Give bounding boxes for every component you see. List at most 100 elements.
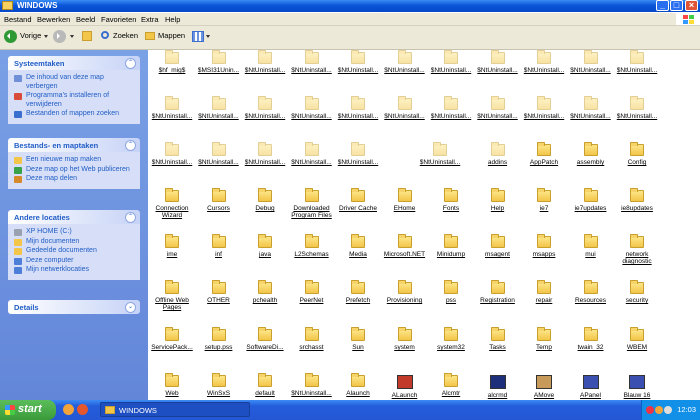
- tray-icon[interactable]: [655, 406, 663, 414]
- task-link[interactable]: Gedeelde documenten: [14, 247, 136, 256]
- task-link[interactable]: Programma's installeren of verwijderen: [14, 92, 136, 109]
- folders-button-label[interactable]: Mappen: [158, 31, 185, 40]
- menu-help[interactable]: Help: [165, 15, 180, 24]
- folder-item[interactable]: Media: [334, 234, 382, 258]
- folder-item[interactable]: $NtUninstall...: [241, 50, 289, 74]
- folder-up-icon[interactable]: [82, 31, 92, 41]
- folder-item[interactable]: $NtUninstall...: [416, 142, 464, 166]
- chevron-up-icon[interactable]: ⌃: [125, 140, 136, 151]
- folder-item[interactable]: ALaunch: [381, 375, 429, 399]
- folder-item[interactable]: $NtUninstall...: [288, 50, 336, 74]
- task-panel-header[interactable]: Bestands- en maptaken ⌃: [8, 138, 140, 152]
- folder-item[interactable]: network diagnostic: [613, 234, 661, 265]
- folder-item[interactable]: Prefetch: [334, 280, 382, 304]
- back-button-label[interactable]: Vorige: [20, 31, 41, 40]
- folder-item[interactable]: Minidump: [427, 234, 475, 258]
- folder-item[interactable]: $NtUninstall...: [520, 50, 568, 74]
- task-panel-header[interactable]: Andere locaties ⌃: [8, 210, 140, 224]
- folder-item[interactable]: $NtUninstall...: [474, 50, 522, 74]
- forward-dropdown-icon[interactable]: [70, 35, 74, 38]
- tray-icon[interactable]: [664, 406, 672, 414]
- back-dropdown-icon[interactable]: [44, 35, 48, 38]
- folder-item[interactable]: WinSxS: [195, 373, 243, 397]
- folder-item[interactable]: default: [241, 373, 289, 397]
- menu-extra[interactable]: Extra: [141, 15, 159, 24]
- folder-item[interactable]: twain_32: [567, 327, 615, 351]
- task-link[interactable]: Bestanden of mappen zoeken: [14, 110, 136, 119]
- quicklaunch-icon[interactable]: [63, 404, 74, 415]
- folder-item[interactable]: SoftwareDi...: [241, 327, 289, 351]
- folder-item[interactable]: $NtUninstall...: [567, 50, 615, 74]
- task-panel-header[interactable]: Systeemtaken ⌃: [8, 56, 140, 70]
- folder-item[interactable]: Tasks: [474, 327, 522, 351]
- folder-item[interactable]: repair: [520, 280, 568, 304]
- task-link[interactable]: Deze map delen: [14, 175, 136, 184]
- task-link[interactable]: De inhoud van deze map verbergen: [14, 74, 136, 91]
- folder-item[interactable]: L2Schemas: [288, 234, 336, 258]
- folder-item[interactable]: $NtUninstall...: [520, 96, 568, 120]
- task-link[interactable]: Deze map op het Web publiceren: [14, 166, 136, 175]
- folder-item[interactable]: $NtUninstall...: [241, 96, 289, 120]
- task-link[interactable]: XP HOME (C:): [14, 228, 136, 237]
- search-button-label[interactable]: Zoeken: [113, 31, 138, 40]
- folder-item[interactable]: $MSI31Unin...: [195, 50, 243, 74]
- tray-icon[interactable]: [646, 406, 654, 414]
- folder-item[interactable]: system: [381, 327, 429, 351]
- folder-item[interactable]: addins: [474, 142, 522, 166]
- folder-item[interactable]: APanel: [567, 375, 615, 399]
- folder-item[interactable]: $NtUninstall...: [474, 96, 522, 120]
- folder-item[interactable]: Alcmtr: [427, 373, 475, 397]
- folder-item[interactable]: $NtUninstall...: [195, 142, 243, 166]
- folder-item[interactable]: $NtUninstall...: [288, 96, 336, 120]
- folder-item[interactable]: msagent: [474, 234, 522, 258]
- menu-favorieten[interactable]: Favorieten: [101, 15, 136, 24]
- folder-item[interactable]: inf: [195, 234, 243, 258]
- folder-item[interactable]: pchealth: [241, 280, 289, 304]
- folder-item[interactable]: $NtUninstall...: [381, 96, 429, 120]
- folder-item[interactable]: $NtUninstall...: [381, 50, 429, 74]
- folder-item[interactable]: Web: [148, 373, 196, 397]
- folder-item[interactable]: $NtUninstall...: [334, 96, 382, 120]
- folder-item[interactable]: security: [613, 280, 661, 304]
- folder-item[interactable]: $NtUninstall...: [427, 96, 475, 120]
- folder-item[interactable]: ie7updates: [567, 188, 615, 212]
- views-icon[interactable]: [192, 31, 204, 42]
- menu-beeld[interactable]: Beeld: [76, 15, 95, 24]
- folder-item[interactable]: $NtUninstall...: [427, 50, 475, 74]
- folder-item[interactable]: AMove: [520, 375, 568, 399]
- folder-item[interactable]: $NtUninstall...: [195, 96, 243, 120]
- folder-item[interactable]: Sun: [334, 327, 382, 351]
- folder-item[interactable]: $NtUninstall...: [613, 96, 661, 120]
- folder-item[interactable]: srchasst: [288, 327, 336, 351]
- folder-item[interactable]: Offline Web Pages: [148, 280, 196, 311]
- taskbar-window-button[interactable]: WINDOWS: [100, 402, 250, 417]
- folder-item[interactable]: $NtUninstall...: [148, 96, 196, 120]
- menu-bestand[interactable]: Bestand: [4, 15, 32, 24]
- folder-item[interactable]: ServicePack...: [148, 327, 196, 351]
- forward-arrow-icon[interactable]: [53, 30, 66, 43]
- folder-item[interactable]: $hf_mig$: [148, 50, 196, 74]
- folder-item[interactable]: $NtUninstall...: [241, 142, 289, 166]
- folder-item[interactable]: setup.pss: [195, 327, 243, 351]
- minimize-button[interactable]: _: [656, 0, 669, 11]
- folder-item[interactable]: Registration: [474, 280, 522, 304]
- folder-item[interactable]: Provisioning: [381, 280, 429, 304]
- folder-item[interactable]: $NtUninstall...: [613, 50, 661, 74]
- folder-item[interactable]: Blauw 16: [613, 375, 661, 399]
- folders-icon[interactable]: [145, 32, 155, 40]
- folder-item[interactable]: $NtUninstall...: [334, 50, 382, 74]
- folder-item[interactable]: Help: [474, 188, 522, 212]
- close-button[interactable]: ×: [685, 0, 698, 11]
- folder-item[interactable]: Debug: [241, 188, 289, 212]
- folder-item[interactable]: WBEM: [613, 327, 661, 351]
- folder-item[interactable]: $NtUninstall...: [288, 142, 336, 166]
- task-link[interactable]: Mijn documenten: [14, 238, 136, 247]
- folder-item[interactable]: Microsoft.NET: [381, 234, 429, 258]
- folder-item[interactable]: $NtUninstall...: [288, 373, 336, 397]
- folder-item[interactable]: Resources: [567, 280, 615, 304]
- task-link[interactable]: Een nieuwe map maken: [14, 156, 136, 165]
- folder-item[interactable]: ie8updates: [613, 188, 661, 212]
- folder-item[interactable]: ime: [148, 234, 196, 258]
- folder-item[interactable]: $NtUninstall...: [334, 142, 382, 166]
- folder-item[interactable]: Alaunch: [334, 373, 382, 397]
